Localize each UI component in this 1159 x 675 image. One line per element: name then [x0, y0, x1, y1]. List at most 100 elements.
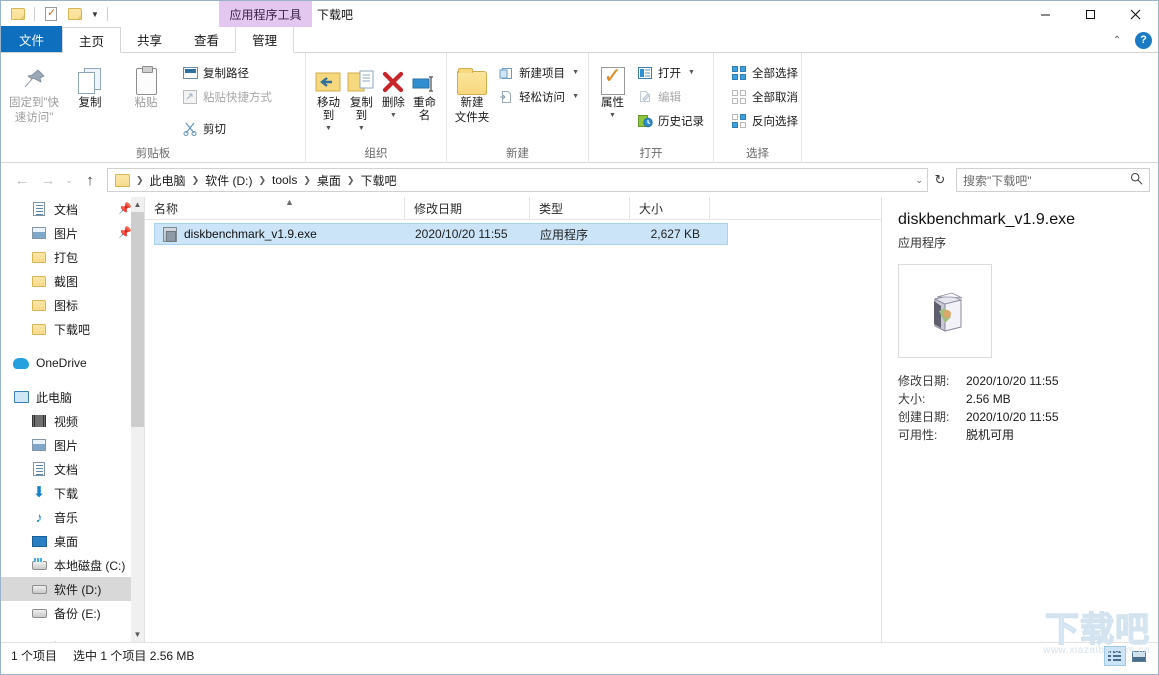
cut-button[interactable]: 剪切: [179, 118, 275, 139]
new-folder-button[interactable]: 新建 文件夹: [453, 58, 491, 125]
chevron-down-icon[interactable]: ▼: [358, 125, 365, 132]
sidebar-item-tubiao[interactable]: 图标: [1, 293, 144, 317]
sidebar-item-documents-quick[interactable]: 文档 📌: [1, 197, 144, 221]
paste-button[interactable]: 粘贴: [119, 58, 173, 110]
edit-button[interactable]: 编辑: [634, 86, 707, 107]
column-header-type[interactable]: 类型: [530, 197, 630, 220]
navigation-pane: 文档 📌 图片 📌 打包 截图 图标 下载吧: [1, 197, 144, 642]
recent-locations-button[interactable]: ⌄: [61, 167, 77, 193]
tab-view[interactable]: 查看: [178, 26, 235, 52]
sidebar-item-drive-e[interactable]: 备份 (E:): [1, 601, 144, 625]
large-icons-view-button[interactable]: [1128, 646, 1150, 666]
chevron-down-icon[interactable]: ▼: [572, 69, 579, 76]
chevron-down-icon[interactable]: ▼: [325, 125, 332, 132]
select-commands: 全部选择 全部取消 反向选择: [728, 58, 801, 131]
qat-properties-button[interactable]: [40, 3, 62, 25]
breadcrumb-separator: ❯: [301, 175, 313, 186]
column-header-size[interactable]: 大小: [630, 197, 710, 220]
easy-access-button[interactable]: 轻松访问 ▼: [495, 86, 582, 107]
tab-share[interactable]: 共享: [121, 26, 178, 52]
qat-new-folder-button[interactable]: [7, 3, 29, 25]
column-header-modified[interactable]: 修改日期: [405, 197, 530, 220]
document-icon: [31, 201, 47, 217]
column-header-name[interactable]: 名称 ▲: [145, 197, 405, 220]
close-button[interactable]: [1113, 1, 1158, 27]
breadcrumb[interactable]: ❯ 此电脑 ❯ 软件 (D:) ❯ tools ❯ 桌面 ❯ 下载吧 ⌄: [107, 168, 928, 192]
qat-folder-button[interactable]: [64, 3, 86, 25]
properties-button[interactable]: 属性 ▼: [595, 58, 630, 119]
sidebar-item-xiazaiba[interactable]: 下载吧: [1, 317, 144, 341]
address-bar: ← → ⌄ ↑ ❯ 此电脑 ❯ 软件 (D:) ❯ tools ❯ 桌面 ❯ 下…: [1, 163, 1158, 197]
sidebar-item-pictures[interactable]: 图片: [1, 433, 144, 457]
new-item-button[interactable]: 新建项目 ▼: [495, 62, 582, 83]
sidebar-item-pictures-quick[interactable]: 图片 📌: [1, 221, 144, 245]
sidebar-item-desktop[interactable]: 桌面: [1, 529, 144, 553]
scrollbar-thumb[interactable]: [131, 212, 144, 427]
refresh-button[interactable]: ↻: [928, 168, 952, 192]
properties-icon: [601, 61, 625, 95]
open-button[interactable]: 打开 ▼: [634, 62, 707, 83]
copy-path-button[interactable]: 复制路径: [179, 62, 275, 83]
chevron-down-icon[interactable]: ▼: [390, 112, 397, 119]
breadcrumb-item-4[interactable]: 下载吧: [356, 172, 400, 189]
breadcrumb-item-3[interactable]: 桌面: [313, 172, 345, 189]
forward-button[interactable]: →: [35, 167, 61, 193]
select-all-button[interactable]: 全部选择: [728, 62, 801, 83]
ribbon-group-open: 属性 ▼ 打开 ▼ 编辑: [589, 53, 714, 163]
sidebar-item-jietu[interactable]: 截图: [1, 269, 144, 293]
back-button[interactable]: ←: [9, 167, 35, 193]
search-input[interactable]: 搜索"下载吧": [956, 168, 1150, 192]
up-button[interactable]: ↑: [77, 167, 103, 193]
chevron-down-icon[interactable]: ▼: [609, 112, 616, 119]
paste-shortcut-button[interactable]: 粘贴快捷方式: [179, 86, 275, 107]
select-none-button[interactable]: 全部取消: [728, 86, 801, 107]
sidebar-item-dabao[interactable]: 打包: [1, 245, 144, 269]
chevron-down-icon[interactable]: ▼: [88, 10, 102, 19]
breadcrumb-item-2[interactable]: tools: [268, 173, 301, 187]
table-row[interactable]: diskbenchmark_v1.9.exe 2020/10/20 11:55 …: [154, 223, 728, 245]
chevron-down-icon[interactable]: ⌄: [915, 169, 923, 191]
ribbon-group-label-open: 打开: [589, 146, 713, 163]
rename-button[interactable]: 重命名: [409, 58, 440, 123]
sidebar-item-drive-d[interactable]: 软件 (D:): [1, 577, 144, 601]
sidebar-item-documents[interactable]: 文档: [1, 457, 144, 481]
invert-selection-button[interactable]: 反向选择: [728, 110, 801, 131]
scroll-up-icon[interactable]: ▲: [131, 197, 144, 212]
sidebar-item-local-disk-c[interactable]: 本地磁盘 (C:): [1, 553, 144, 577]
pictures-icon: [31, 225, 47, 241]
minimize-button[interactable]: [1023, 1, 1068, 27]
maximize-button[interactable]: [1068, 1, 1113, 27]
chevron-up-icon[interactable]: ⌃: [1109, 32, 1125, 48]
chevron-down-icon[interactable]: ▼: [572, 93, 579, 100]
details-view-button[interactable]: [1104, 646, 1126, 666]
pin-icon[interactable]: 📌: [118, 202, 132, 215]
breadcrumb-separator: ❯: [134, 175, 146, 186]
copy-to-button[interactable]: 复制到 ▼: [345, 58, 378, 132]
scroll-down-icon[interactable]: ▼: [131, 627, 144, 642]
navigation-scrollbar[interactable]: ▲ ▼: [131, 197, 144, 642]
copy-icon: [78, 61, 102, 95]
tab-home[interactable]: 主页: [62, 27, 121, 53]
copy-button[interactable]: 复制: [63, 58, 117, 110]
sidebar-item-label: 下载吧: [54, 321, 90, 338]
delete-button[interactable]: 删除 ▼: [378, 58, 409, 119]
breadcrumb-item-1[interactable]: 软件 (D:): [201, 172, 256, 189]
edit-icon: [637, 89, 653, 105]
sidebar-item-this-pc[interactable]: 此电脑: [1, 385, 144, 409]
breadcrumb-item-0[interactable]: 此电脑: [146, 172, 190, 189]
pin-to-quick-access-button[interactable]: 固定到"快 速访问": [7, 58, 61, 125]
move-to-button[interactable]: 移动到 ▼: [312, 58, 345, 132]
sidebar-item-videos[interactable]: 视频: [1, 409, 144, 433]
sidebar-item-onedrive[interactable]: OneDrive: [1, 351, 144, 375]
chevron-down-icon[interactable]: ▼: [688, 69, 695, 76]
sidebar-item-downloads[interactable]: ⬇ 下载: [1, 481, 144, 505]
window-title: 下载吧: [317, 1, 353, 27]
tab-manage[interactable]: 管理: [235, 27, 294, 53]
history-button[interactable]: 历史记录: [634, 110, 707, 131]
help-button[interactable]: ?: [1135, 32, 1152, 49]
sidebar-item-network[interactable]: 网络: [1, 635, 144, 642]
pin-icon[interactable]: 📌: [118, 226, 132, 239]
sidebar-item-music[interactable]: ♪ 音乐: [1, 505, 144, 529]
tab-file[interactable]: 文件: [1, 26, 62, 52]
main-area: 文档 📌 图片 📌 打包 截图 图标 下载吧: [1, 197, 1158, 642]
